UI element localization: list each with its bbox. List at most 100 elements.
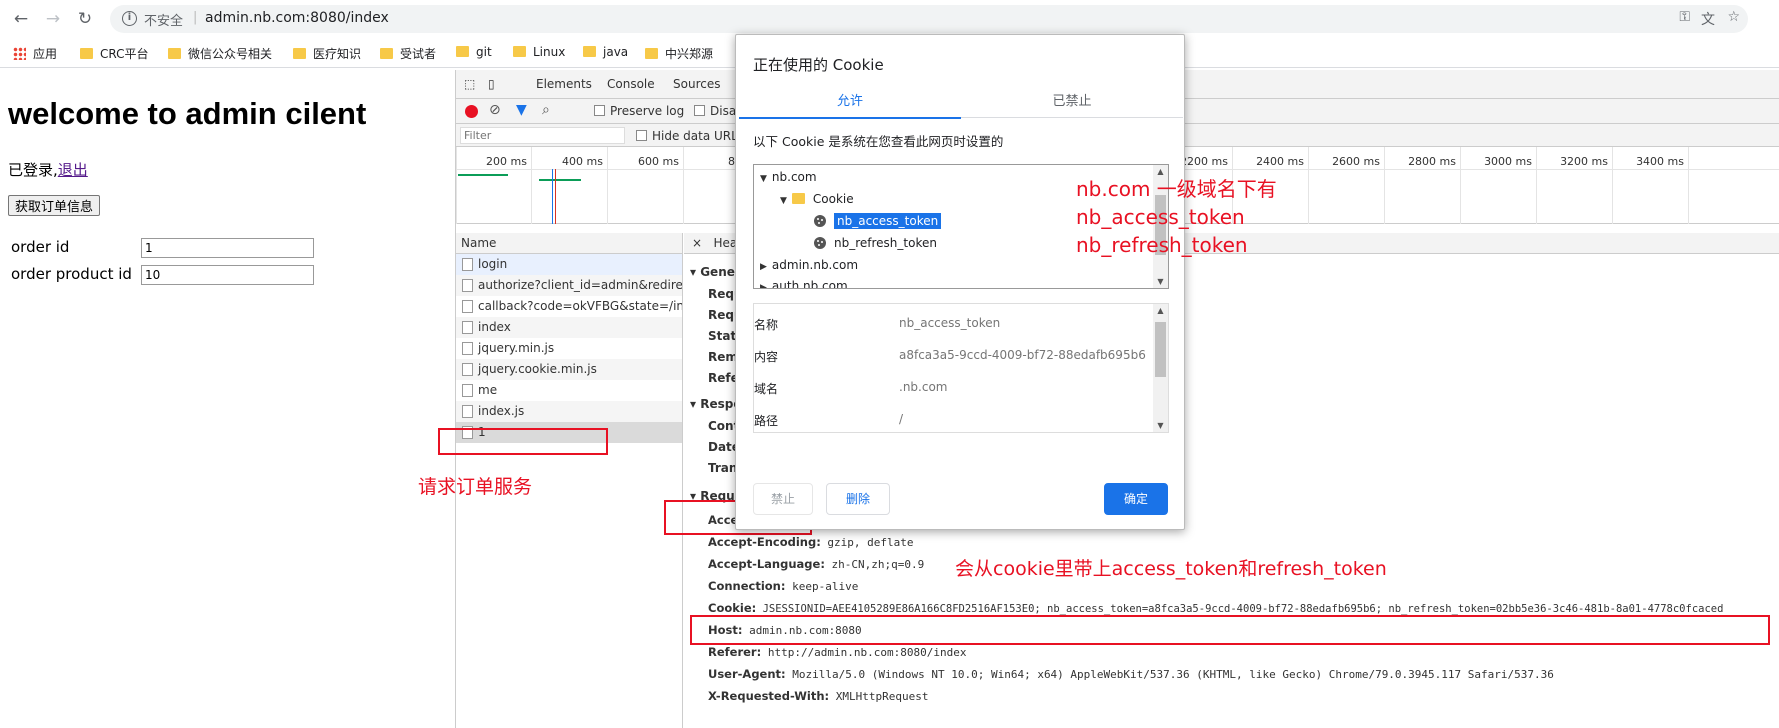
scroll-up-icon: ▲	[1157, 306, 1164, 315]
cookie-icon	[814, 215, 826, 227]
tab-blocked[interactable]: 已禁止	[961, 90, 1183, 118]
tree-node-access-token[interactable]: nb_access_token	[814, 213, 942, 229]
block-button[interactable]: 禁止	[753, 483, 813, 515]
request-header-row: Connection: keep-alive	[708, 579, 859, 593]
order-product-id-input[interactable]	[141, 265, 314, 285]
get-order-button[interactable]: 获取订单信息	[8, 195, 101, 216]
details-scrollbar[interactable]: ▲ ▼	[1153, 304, 1168, 432]
request-row[interactable]: callback?code=okVFBG&state=/index	[456, 296, 682, 317]
file-icon	[462, 321, 473, 334]
file-icon	[462, 405, 473, 418]
bookmark-folder[interactable]: 中兴郑源	[645, 45, 713, 62]
url-text[interactable]: admin.nb.com:8080/index	[205, 10, 389, 26]
request-header-row: Referer: http://admin.nb.com:8080/index	[708, 645, 967, 659]
timeline-tick: 3400 ms	[1612, 147, 1688, 224]
inspect-icon[interactable]: ⬚	[464, 77, 475, 91]
request-row[interactable]: me	[456, 380, 682, 401]
timeline-tick: 400 ms	[531, 147, 607, 224]
request-row[interactable]: index.js	[456, 401, 682, 422]
folder-icon	[80, 48, 93, 59]
hide-data-urls-checkbox[interactable]: Hide data URLs	[636, 129, 744, 143]
folder-icon	[456, 46, 469, 57]
cookie-details: 名称 nb_access_token 内容 a8fca3a5-9ccd-4009-b…	[753, 303, 1169, 433]
tree-node-nb-com[interactable]: ▼ nb.com	[760, 170, 817, 184]
tab-elements[interactable]: Elements	[536, 77, 592, 91]
file-icon	[462, 279, 473, 292]
bookmark-folder[interactable]: 微信公众号相关	[168, 45, 272, 62]
expand-down-icon: ▼	[780, 196, 787, 206]
key-icon[interactable]: ⚿	[1679, 9, 1690, 25]
back-icon[interactable]: ←	[10, 8, 32, 30]
close-icon[interactable]: ×	[692, 236, 702, 250]
info-icon[interactable]: i	[122, 11, 137, 26]
request-header-row: Accept-Encoding: gzip, deflate	[708, 535, 914, 549]
filter-input[interactable]	[460, 127, 625, 144]
address-bar[interactable]: i 不安全 | admin.nb.com:8080/index ⚿ ⽂ ☆	[110, 5, 1748, 33]
request-row[interactable]: jquery.min.js	[456, 338, 682, 359]
timeline-bar	[458, 174, 508, 176]
security-label: 不安全	[144, 14, 184, 29]
logout-link[interactable]: 退出	[58, 161, 88, 179]
tab-headers[interactable]: Hea	[714, 236, 738, 250]
bookmark-folder[interactable]: java	[583, 45, 628, 59]
expand-right-icon: ▶	[760, 283, 767, 289]
tab-sources[interactable]: Sources	[673, 77, 720, 91]
order-id-input[interactable]	[141, 238, 314, 258]
scroll-down-icon: ▼	[1157, 277, 1164, 286]
expand-down-icon: ▼	[760, 174, 767, 184]
star-icon[interactable]: ☆	[1727, 9, 1740, 25]
cookie-dialog: 正在使用的 Cookie 允许 已禁止 以下 Cookie 是系统在您查看此网页…	[735, 34, 1185, 530]
cookie-header-row: Cookie: JSESSIONID=AEE4105289E86A166C8FD…	[708, 601, 1724, 615]
dialog-title: 正在使用的 Cookie	[753, 56, 884, 74]
tree-node-cookie-folder[interactable]: ▼ Cookie	[780, 192, 854, 206]
name-column-header[interactable]: Name	[456, 233, 682, 254]
record-icon[interactable]	[465, 105, 478, 118]
clear-icon[interactable]: ⊘	[489, 102, 501, 118]
request-row[interactable]: login	[456, 254, 682, 275]
request-order-note: 请求订单服务	[418, 476, 533, 498]
timeline-tick: 2600 ms	[1308, 147, 1384, 224]
timeline-tick: 600 ms	[607, 147, 683, 224]
page-title: welcome to admin cilent	[8, 96, 367, 131]
request-row[interactable]: index	[456, 317, 682, 338]
bookmark-apps[interactable]: 应用	[13, 45, 57, 62]
url-separator: |	[193, 10, 198, 25]
apps-icon	[13, 47, 26, 60]
file-icon	[462, 363, 473, 376]
search-icon[interactable]: ⌕	[542, 102, 550, 118]
delete-button[interactable]: 删除	[826, 483, 890, 515]
tree-node-refresh-token[interactable]: nb_refresh_token	[814, 236, 937, 250]
tree-node-auth-nb-com[interactable]: ▶ auth.nb.com	[760, 279, 848, 289]
bookmark-folder[interactable]: CRC平台	[80, 45, 149, 62]
timeline-marker	[555, 169, 556, 224]
request-header-row: X-Requested-With: XMLHttpRequest	[708, 689, 929, 703]
translate-icon[interactable]: ⽂	[1701, 9, 1715, 29]
timeline-tick: 2800 ms	[1384, 147, 1460, 224]
tab-allowed[interactable]: 允许	[739, 90, 961, 119]
request-header-row: Accept-Language: zh-CN,zh;q=0.9	[708, 557, 925, 571]
timeline-tick: 3200 ms	[1536, 147, 1612, 224]
bookmark-folder[interactable]: 医疗知识	[293, 45, 361, 62]
folder-icon	[791, 193, 805, 204]
filter-icon[interactable]: ▼	[516, 102, 527, 118]
request-row[interactable]: authorize?client_id=admin&redirect...	[456, 275, 682, 296]
tab-console[interactable]: Console	[607, 77, 655, 91]
forward-icon[interactable]: →	[42, 8, 64, 30]
tree-node-admin-nb-com[interactable]: ▶ admin.nb.com	[760, 258, 858, 272]
preserve-log-checkbox[interactable]: Preserve log	[594, 104, 684, 118]
file-icon	[462, 258, 473, 271]
file-icon	[462, 384, 473, 397]
file-icon	[462, 342, 473, 355]
bookmark-folder[interactable]: 受试者	[380, 45, 436, 62]
device-toggle-icon[interactable]: ▯	[488, 77, 495, 91]
timeline-tick: 3000 ms	[1460, 147, 1536, 224]
folder-icon	[293, 48, 306, 59]
ok-button[interactable]: 确定	[1104, 483, 1168, 515]
folder-icon	[380, 48, 393, 59]
bookmark-folder[interactable]: Linux	[513, 45, 565, 59]
expand-right-icon: ▶	[760, 262, 767, 272]
bookmark-folder[interactable]: git	[456, 45, 492, 59]
reload-icon[interactable]: ↻	[74, 8, 96, 30]
request-row[interactable]: jquery.cookie.min.js	[456, 359, 682, 380]
folder-icon	[583, 46, 596, 57]
